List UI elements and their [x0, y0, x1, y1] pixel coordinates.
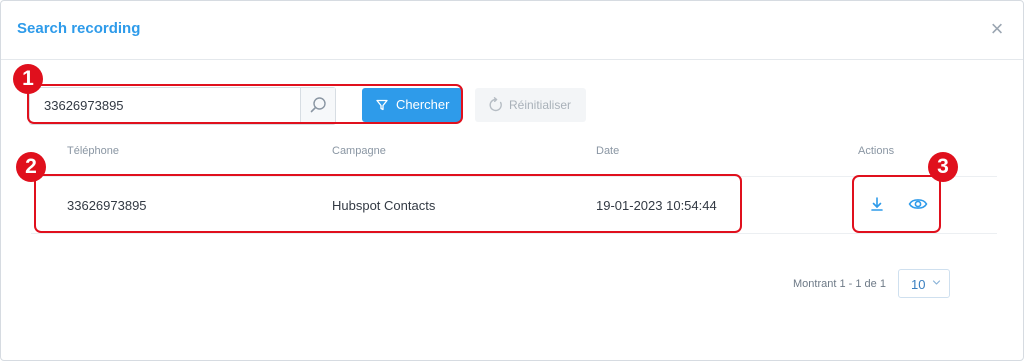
- column-header-telephone[interactable]: Téléphone: [67, 145, 119, 157]
- callout-box-actions: [852, 175, 941, 233]
- column-header-campagne[interactable]: Campagne: [332, 145, 386, 157]
- reset-button[interactable]: Réinitialiser: [475, 88, 586, 122]
- column-header-actions: Actions: [858, 145, 895, 157]
- modal-title: Search recording: [17, 20, 141, 37]
- reset-button-label: Réinitialiser: [509, 98, 572, 112]
- close-icon[interactable]: ×: [987, 18, 1007, 40]
- table-row-divider: [31, 233, 997, 234]
- page-size-value: 10: [911, 277, 926, 292]
- chevron-down-icon: [932, 280, 941, 285]
- pagination-summary: Montrant 1 - 1 de 1: [793, 278, 886, 290]
- annotation-marker-3: 3: [928, 152, 958, 182]
- refresh-icon: [489, 97, 502, 112]
- annotation-marker-2: 2: [16, 152, 46, 182]
- callout-box-search: [27, 84, 463, 124]
- annotation-marker-1: 1: [13, 64, 43, 94]
- page-size-select[interactable]: 10: [898, 269, 950, 298]
- callout-box-row: [34, 174, 742, 233]
- column-header-date[interactable]: Date: [596, 145, 619, 157]
- modal-header: Search recording ×: [1, 1, 1023, 60]
